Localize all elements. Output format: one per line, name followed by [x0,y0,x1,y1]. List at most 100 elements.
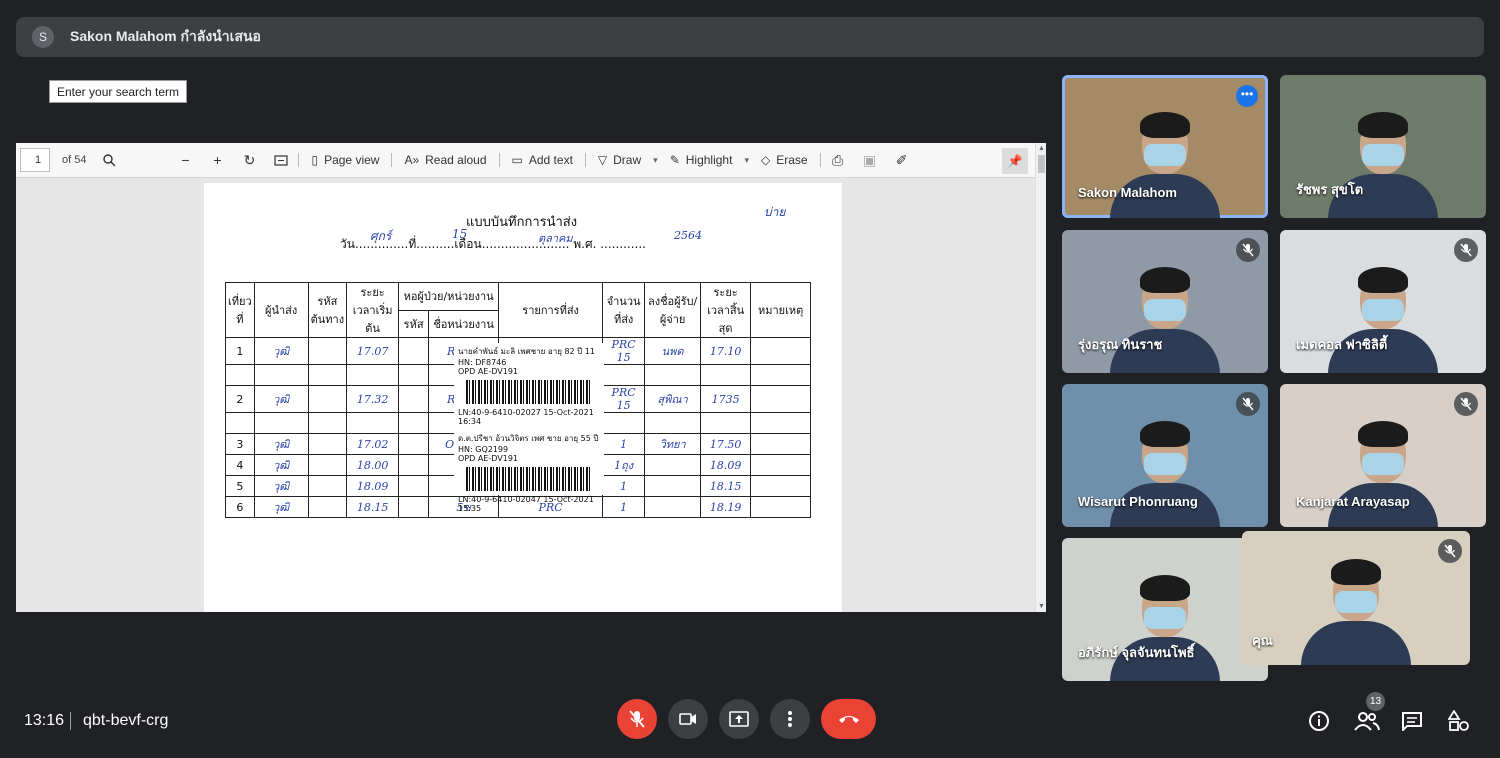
more-vert-icon [788,711,792,727]
mic-muted-icon [1236,238,1260,262]
toolbar-divider [298,153,300,167]
col-header: จำนวนที่ส่ง [602,282,646,338]
chevron-down-icon[interactable]: ▾ [744,155,749,166]
camera-toggle-button[interactable] [668,699,708,739]
save-as-icon[interactable]: ✐ [891,149,913,171]
table-cell: 1 [602,433,646,455]
table-cell: 17.10 [700,337,752,365]
scroll-up-icon[interactable]: ▲ [1038,145,1045,152]
table-cell [225,364,255,386]
draw-button[interactable]: ▽ Draw ▾ [592,147,664,173]
table-cell [750,364,812,386]
chat-button[interactable] [1400,709,1424,733]
col-header: ระยะเวลาสิ้นสุด [700,282,752,338]
participant-tile[interactable]: อภิรักษ์ จุลจันทนโพธิ์ [1062,538,1268,681]
participant-tile[interactable]: คุณ [1242,531,1470,665]
pdf-scrollbar[interactable]: ▲ ▼ [1035,143,1046,612]
col-header: หมายเหตุ [750,282,812,338]
zoom-in-icon[interactable]: + [206,149,228,171]
table-cell [346,412,400,434]
mic-muted-icon [1438,539,1462,563]
table-cell: 2 [225,385,255,413]
people-button[interactable] [1353,709,1381,733]
chat-icon [1402,712,1422,731]
search-icon[interactable] [98,149,120,171]
participant-name: Sakon Malahom [1078,185,1177,200]
col-header: เที่ยวที่ [225,282,255,338]
table-cell [700,412,752,434]
table-cell [253,364,309,386]
page-number-input[interactable]: 1 [20,148,50,172]
meeting-details-button[interactable] [1307,709,1331,733]
activities-button[interactable] [1447,709,1471,733]
chevron-down-icon[interactable]: ▾ [653,155,658,166]
page-total: of 54 [62,154,87,166]
label-patient-name: ด.ต.ปรีชา อ้วนวิจิตร เพศ ชาย อายุ 55 ปี [458,434,599,443]
present-screen-button[interactable] [719,699,759,739]
more-horiz-icon[interactable]: ••• [1236,85,1258,107]
highlight-button[interactable]: ✎ Highlight ▾ [664,147,755,173]
handwritten-day: ศุกร์ [370,229,392,243]
participant-tile[interactable]: Kanjarat Arayasap [1280,384,1486,527]
participant-tile[interactable]: รุ่งอรุณ ทินราช [1062,230,1268,373]
scroll-thumb[interactable] [1038,155,1045,173]
microphone-toggle-button[interactable] [617,699,657,739]
col-header: ชื่อหน่วยงาน [428,309,500,338]
fit-page-icon[interactable] [270,149,292,171]
erase-button[interactable]: ◇ Erase [755,147,814,173]
label-ln: LN:40-9-6410-02027 [458,408,541,417]
table-cell: นพด [644,337,702,365]
participant-name: อภิรักษ์ จุลจันทนโพธิ์ [1078,645,1195,660]
scroll-down-icon[interactable]: ▼ [1038,603,1045,610]
add-text-label: Add text [528,153,573,167]
leave-call-button[interactable] [821,699,876,739]
participant-tile[interactable]: รัชพร สุขโต [1280,75,1486,218]
participant-name: คุณ [1252,633,1273,648]
add-text-button[interactable]: ▭ Add text [506,147,579,173]
participant-name: Wisarut Phonruang [1078,494,1198,509]
table-cell: 18.15 [346,496,400,518]
handwritten-year: 2564 [674,229,702,242]
table-cell [307,454,348,476]
table-cell [750,385,812,413]
participant-video [1110,108,1220,218]
table-cell [644,496,702,518]
toolbar-divider [391,153,393,167]
participant-count-badge: 13 [1366,692,1385,711]
handwritten-corner-note: บ่าย [764,205,786,219]
col-header: รายการที่ส่ง [498,282,604,338]
add-text-icon: ▭ [511,153,523,167]
shared-screen-pdf-viewer[interactable]: 1 of 54 − + ↻ ▯ Page view A» Read aloud … [16,143,1046,612]
table-cell: วิทยา [644,433,702,455]
table-cell: 6 [225,496,255,518]
table-cell [307,364,348,386]
read-aloud-icon: A» [404,153,420,167]
read-aloud-button[interactable]: A» Read aloud [398,147,492,173]
table-header-row: เที่ยวที่ ผู้นำส่ง รหัสต้นทาง ระยะเวลาเร… [225,282,812,338]
col-header: ผู้นำส่ง [253,282,309,338]
participant-video [1110,263,1220,373]
participant-name: รุ่งอรุณ ทินราช [1078,337,1163,352]
toolbar-divider [819,153,821,167]
pin-toolbar-button[interactable]: 📌 [1002,148,1028,174]
rotate-icon[interactable]: ↻ [238,149,260,171]
table-cell [307,496,348,518]
col-header: รหัสต้นทาง [307,282,348,338]
participant-tile[interactable]: ••• Sakon Malahom [1062,75,1268,218]
label-opd: OPD AE-DV191 [458,367,518,376]
participant-tile[interactable]: เมดคอล ฟาซิลิตี้ [1280,230,1486,373]
table-cell [398,385,430,413]
table-cell: 1 [602,475,646,497]
table-cell [398,433,430,455]
page-view-button[interactable]: ▯ Page view [305,147,385,173]
save-icon[interactable]: ▣ [859,149,881,171]
zoom-out-icon[interactable]: − [174,149,196,171]
table-cell: 18.15 [700,475,752,497]
table-cell: 17.32 [346,385,400,413]
participant-tile[interactable]: Wisarut Phonruang [1062,384,1268,527]
table-cell [253,412,309,434]
table-cell: วุฒิ [253,433,309,455]
more-options-button[interactable] [770,699,810,739]
print-icon[interactable]: ⎙ [827,149,849,171]
col-header: รหัส [398,309,430,338]
